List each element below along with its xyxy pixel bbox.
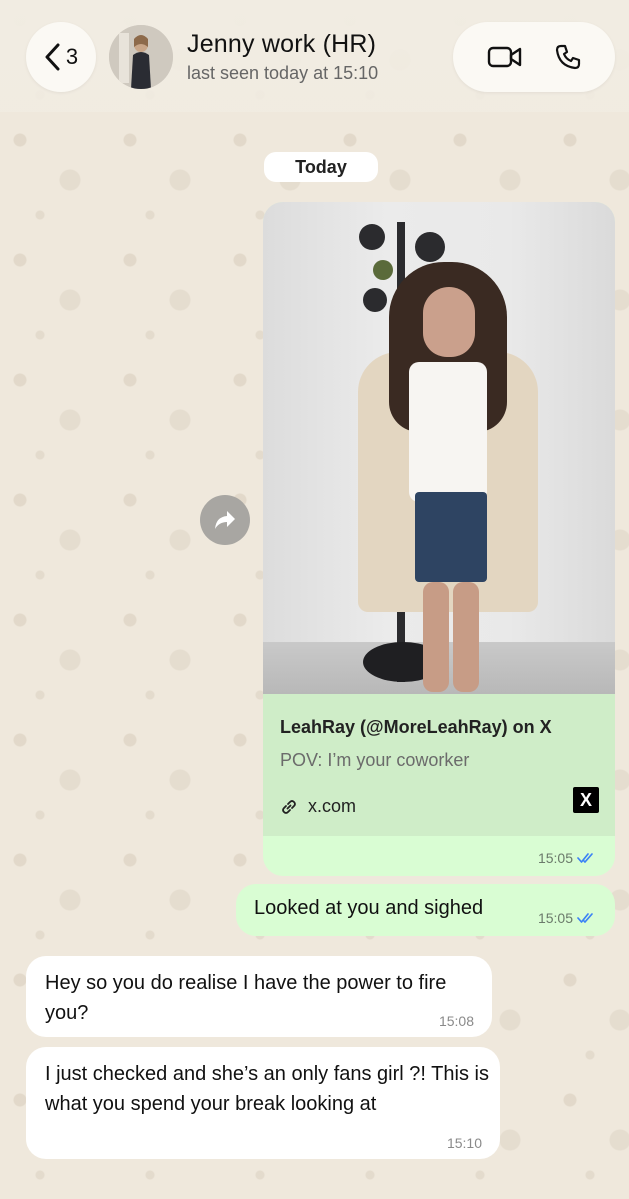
- incoming-message[interactable]: I just checked and she’s an only fans gi…: [26, 1047, 500, 1159]
- forward-button[interactable]: [200, 495, 250, 545]
- link-preview-domain-row: x.com: [280, 796, 356, 817]
- link-message-bubble[interactable]: LeahRay (@MoreLeahRay) on X POV: I’m you…: [263, 202, 615, 876]
- link-icon: [282, 799, 296, 814]
- video-call-icon[interactable]: [487, 45, 523, 69]
- contact-name: Jenny work (HR): [187, 30, 377, 58]
- avatar-photo: [109, 25, 173, 89]
- message-time: 15:08: [438, 1013, 474, 1029]
- date-separator: Today: [264, 152, 378, 182]
- message-meta: 15:05: [538, 850, 597, 866]
- person-shirt: [409, 362, 487, 502]
- incoming-message[interactable]: Hey so you do realise I have the power t…: [26, 956, 492, 1037]
- last-seen-status: last seen today at 15:10: [187, 63, 379, 83]
- link-preview-description: POV: I’m your coworker: [280, 750, 470, 770]
- outgoing-message[interactable]: Looked at you and sighed 15:05: [236, 884, 615, 936]
- chat-header: 3 Jenny work (HR) last seen today at 15:…: [0, 0, 629, 112]
- message-time: 15:10: [446, 1135, 482, 1151]
- back-button[interactable]: 3: [26, 22, 96, 92]
- video-thumbnail[interactable]: [263, 202, 615, 694]
- person-leg: [453, 582, 479, 692]
- phone-call-icon[interactable]: [554, 43, 582, 71]
- call-actions: [453, 22, 615, 92]
- link-preview-domain: x.com: [308, 796, 357, 816]
- person-skirt: [415, 492, 487, 582]
- link-preview-title: LeahRay (@MoreLeahRay) on X: [280, 717, 552, 737]
- message-text: Hey so you do realise I have the power t…: [45, 972, 447, 1024]
- double-check-icon: [577, 853, 593, 863]
- coat-stand-hook: [373, 260, 393, 280]
- person-face: [423, 287, 475, 357]
- coat-stand-hook: [363, 288, 387, 312]
- contact-info[interactable]: Jenny work (HR) last seen today at 15:10: [187, 30, 378, 84]
- link-preview-card[interactable]: LeahRay (@MoreLeahRay) on X POV: I’m you…: [263, 694, 615, 836]
- message-text: Looked at you and sighed: [254, 897, 484, 919]
- coat-stand-hook: [359, 224, 385, 250]
- message-time: 15:05: [537, 910, 573, 926]
- x-logo-icon: X: [573, 787, 599, 813]
- message-text: I just checked and she’s an only fans gi…: [45, 1063, 489, 1115]
- coat-stand-hook: [415, 232, 445, 262]
- person-leg: [423, 582, 449, 692]
- message-meta: 15:05: [538, 910, 597, 926]
- message-time: 15:05: [537, 850, 573, 866]
- avatar[interactable]: [109, 25, 173, 89]
- chevron-left-icon: [45, 43, 60, 71]
- double-check-icon: [577, 913, 593, 923]
- forward-arrow-icon: [215, 511, 235, 529]
- unread-count: 3: [65, 44, 79, 69]
